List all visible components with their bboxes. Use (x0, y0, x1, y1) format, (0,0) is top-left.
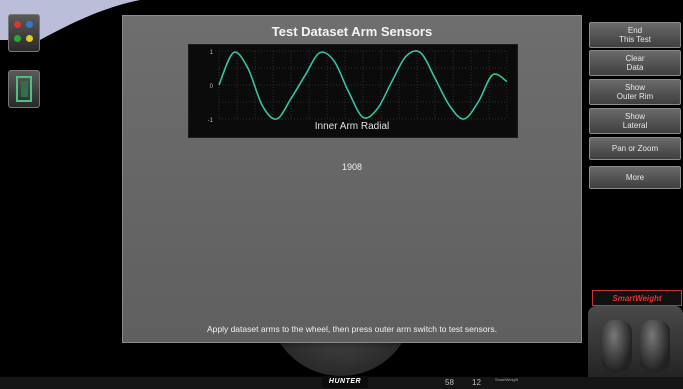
show-lateral-button[interactable]: Show Lateral (589, 108, 681, 134)
readout-right: 12 (472, 378, 481, 387)
clear-data-label: Clear Data (625, 54, 645, 72)
door-exit-icon[interactable] (8, 70, 40, 108)
blue-light-icon (26, 21, 33, 28)
more-button[interactable]: More (589, 166, 681, 189)
readout-left: 58 (445, 378, 454, 387)
y-tick-label: 0 (210, 84, 214, 90)
door-glyph-icon (16, 76, 32, 102)
end-test-button[interactable]: End This Test (589, 22, 681, 48)
pan-zoom-label: Pan or Zoom (611, 144, 659, 153)
hunter-logo: HUNTER (322, 376, 368, 388)
green-light-icon (14, 35, 21, 42)
smartweight-logo-text: SmartWeight (612, 293, 662, 303)
end-test-label: End This Test (619, 26, 651, 44)
dialog-title: Test Dataset Arm Sensors (271, 24, 433, 39)
left-weight-icon (602, 320, 632, 372)
red-light-icon (14, 21, 21, 28)
clear-data-button[interactable]: Clear Data (589, 50, 681, 76)
show-lateral-label: Show Lateral (622, 112, 648, 130)
indicator-lights-icon[interactable] (8, 14, 40, 52)
plot-label: Inner Arm Radial (314, 121, 390, 132)
smartweight-logo: SmartWeight (592, 290, 682, 306)
more-label: More (625, 173, 645, 182)
smartweight-footer: SmartWeight (495, 377, 519, 382)
test-dialog: Test Dataset Arm Sensors -1 0 1 Inner Arm … (122, 15, 582, 343)
right-weight-icon (640, 320, 670, 372)
y-tick-label: 1 (210, 50, 214, 56)
pan-zoom-button[interactable]: Pan or Zoom (589, 137, 681, 160)
instruction-text: Apply dataset arms to the wheel, then pr… (206, 324, 498, 334)
show-outer-rim-label: Show Outer Rim (616, 83, 654, 101)
sensor-value: 1908 (341, 162, 363, 172)
yellow-light-icon (26, 35, 33, 42)
weight-panel (588, 306, 683, 380)
show-outer-rim-button[interactable]: Show Outer Rim (589, 79, 681, 105)
